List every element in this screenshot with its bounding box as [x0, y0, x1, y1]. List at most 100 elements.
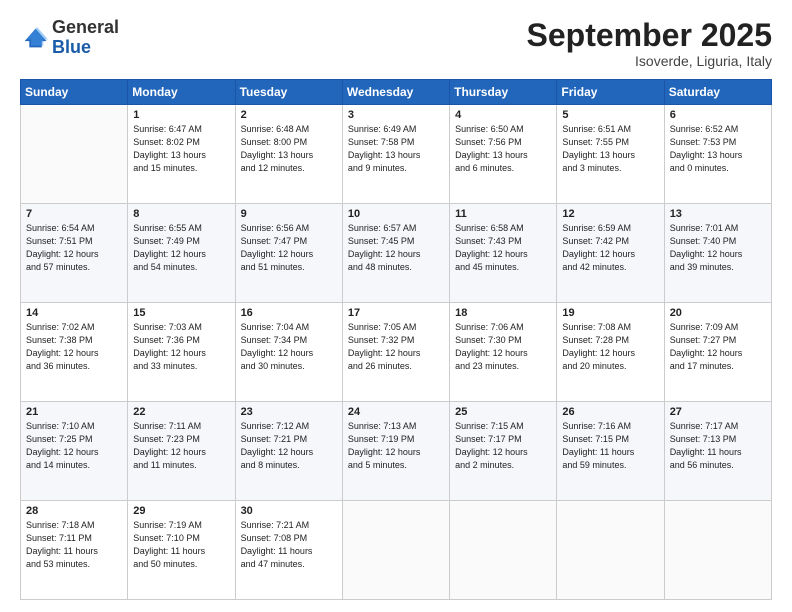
- day-info: Sunrise: 7:19 AM Sunset: 7:10 PM Dayligh…: [133, 519, 229, 571]
- day-cell: 23 Sunrise: 7:12 AM Sunset: 7:21 PM Dayli…: [235, 402, 342, 501]
- day-info: Sunrise: 7:17 AM Sunset: 7:13 PM Dayligh…: [670, 420, 766, 472]
- week-row-4: 21Sunrise: 7:10 AM Sunset: 7:25 PM Dayli…: [21, 402, 772, 501]
- day-cell: 9Sunrise: 6:56 AM Sunset: 7:47 PM Daylig…: [235, 204, 342, 303]
- location: Isoverde, Liguria, Italy: [527, 53, 772, 69]
- day-number: 28: [26, 505, 122, 517]
- day-cell: 16 Sunrise: 7:04 AM Sunset: 7:34 PM Dayli…: [235, 303, 342, 402]
- day-number: 8: [133, 208, 229, 220]
- day-cell: 26 Sunrise: 7:16 AM Sunset: 7:15 PM Dayli…: [557, 402, 664, 501]
- col-header-friday: Friday: [557, 80, 664, 105]
- day-cell: 21Sunrise: 7:10 AM Sunset: 7:25 PM Dayli…: [21, 402, 128, 501]
- day-cell: 12 Sunrise: 6:59 AM Sunset: 7:42 PM Dayli…: [557, 204, 664, 303]
- day-number: 13: [670, 208, 766, 220]
- day-info: Sunrise: 6:48 AM Sunset: 8:00 PM Dayligh…: [241, 123, 337, 175]
- day-number: 4: [455, 109, 551, 121]
- day-cell: 15 Sunrise: 7:03 AM Sunset: 7:36 PM Dayli…: [128, 303, 235, 402]
- day-cell: 7 Sunrise: 6:54 AM Sunset: 7:51 PM Daylig…: [21, 204, 128, 303]
- day-info: Sunrise: 7:11 AM Sunset: 7:23 PM Dayligh…: [133, 420, 229, 472]
- day-info: Sunrise: 7:13 AM Sunset: 7:19 PM Dayligh…: [348, 420, 444, 472]
- logo-general: General: [52, 17, 119, 37]
- day-number: 2: [241, 109, 337, 121]
- day-cell: 29Sunrise: 7:19 AM Sunset: 7:10 PM Dayli…: [128, 501, 235, 600]
- day-info: Sunrise: 7:09 AM Sunset: 7:27 PM Dayligh…: [670, 321, 766, 373]
- day-number: 6: [670, 109, 766, 121]
- header: General Blue September 2025 Isoverde, Li…: [20, 18, 772, 69]
- col-header-wednesday: Wednesday: [342, 80, 449, 105]
- day-cell: 27Sunrise: 7:17 AM Sunset: 7:13 PM Dayli…: [664, 402, 771, 501]
- day-info: Sunrise: 7:02 AM Sunset: 7:38 PM Dayligh…: [26, 321, 122, 373]
- day-cell: [557, 501, 664, 600]
- month-title: September 2025: [527, 18, 772, 53]
- day-cell: [450, 501, 557, 600]
- day-info: Sunrise: 6:55 AM Sunset: 7:49 PM Dayligh…: [133, 222, 229, 274]
- day-info: Sunrise: 6:57 AM Sunset: 7:45 PM Dayligh…: [348, 222, 444, 274]
- day-info: Sunrise: 6:49 AM Sunset: 7:58 PM Dayligh…: [348, 123, 444, 175]
- day-cell: 22 Sunrise: 7:11 AM Sunset: 7:23 PM Dayli…: [128, 402, 235, 501]
- day-cell: 1 Sunrise: 6:47 AM Sunset: 8:02 PM Daylig…: [128, 105, 235, 204]
- day-cell: 18Sunrise: 7:06 AM Sunset: 7:30 PM Dayli…: [450, 303, 557, 402]
- day-info: Sunrise: 6:50 AM Sunset: 7:56 PM Dayligh…: [455, 123, 551, 175]
- week-row-2: 7 Sunrise: 6:54 AM Sunset: 7:51 PM Daylig…: [21, 204, 772, 303]
- day-number: 19: [562, 307, 658, 319]
- day-info: Sunrise: 7:04 AM Sunset: 7:34 PM Dayligh…: [241, 321, 337, 373]
- day-number: 1: [133, 109, 229, 121]
- day-info: Sunrise: 7:05 AM Sunset: 7:32 PM Dayligh…: [348, 321, 444, 373]
- day-cell: 13 Sunrise: 7:01 AM Sunset: 7:40 PM Dayli…: [664, 204, 771, 303]
- day-cell: 17 Sunrise: 7:05 AM Sunset: 7:32 PM Dayli…: [342, 303, 449, 402]
- day-info: Sunrise: 7:21 AM Sunset: 7:08 PM Dayligh…: [241, 519, 337, 571]
- day-cell: 3Sunrise: 6:49 AM Sunset: 7:58 PM Daylig…: [342, 105, 449, 204]
- col-header-monday: Monday: [128, 80, 235, 105]
- day-cell: 24Sunrise: 7:13 AM Sunset: 7:19 PM Dayli…: [342, 402, 449, 501]
- day-number: 11: [455, 208, 551, 220]
- col-header-thursday: Thursday: [450, 80, 557, 105]
- logo-blue: Blue: [52, 37, 91, 57]
- logo: General Blue: [20, 18, 119, 58]
- day-info: Sunrise: 7:12 AM Sunset: 7:21 PM Dayligh…: [241, 420, 337, 472]
- col-header-sunday: Sunday: [21, 80, 128, 105]
- day-number: 7: [26, 208, 122, 220]
- day-number: 26: [562, 406, 658, 418]
- day-number: 22: [133, 406, 229, 418]
- calendar-table: SundayMondayTuesdayWednesdayThursdayFrid…: [20, 79, 772, 600]
- logo-text: General Blue: [52, 18, 119, 58]
- day-info: Sunrise: 6:47 AM Sunset: 8:02 PM Dayligh…: [133, 123, 229, 175]
- day-number: 9: [241, 208, 337, 220]
- day-number: 25: [455, 406, 551, 418]
- week-row-5: 28 Sunrise: 7:18 AM Sunset: 7:11 PM Dayli…: [21, 501, 772, 600]
- day-info: Sunrise: 6:52 AM Sunset: 7:53 PM Dayligh…: [670, 123, 766, 175]
- day-cell: [342, 501, 449, 600]
- day-info: Sunrise: 7:03 AM Sunset: 7:36 PM Dayligh…: [133, 321, 229, 373]
- day-number: 15: [133, 307, 229, 319]
- day-cell: 6 Sunrise: 6:52 AM Sunset: 7:53 PM Daylig…: [664, 105, 771, 204]
- day-info: Sunrise: 6:51 AM Sunset: 7:55 PM Dayligh…: [562, 123, 658, 175]
- day-cell: 5 Sunrise: 6:51 AM Sunset: 7:55 PM Daylig…: [557, 105, 664, 204]
- week-row-3: 14 Sunrise: 7:02 AM Sunset: 7:38 PM Dayli…: [21, 303, 772, 402]
- day-info: Sunrise: 7:16 AM Sunset: 7:15 PM Dayligh…: [562, 420, 658, 472]
- day-info: Sunrise: 6:59 AM Sunset: 7:42 PM Dayligh…: [562, 222, 658, 274]
- day-cell: 19Sunrise: 7:08 AM Sunset: 7:28 PM Dayli…: [557, 303, 664, 402]
- day-cell: 2 Sunrise: 6:48 AM Sunset: 8:00 PM Daylig…: [235, 105, 342, 204]
- day-number: 12: [562, 208, 658, 220]
- day-cell: 10 Sunrise: 6:57 AM Sunset: 7:45 PM Dayli…: [342, 204, 449, 303]
- day-info: Sunrise: 7:01 AM Sunset: 7:40 PM Dayligh…: [670, 222, 766, 274]
- day-cell: 25Sunrise: 7:15 AM Sunset: 7:17 PM Dayli…: [450, 402, 557, 501]
- day-info: Sunrise: 6:54 AM Sunset: 7:51 PM Dayligh…: [26, 222, 122, 274]
- day-cell: 4 Sunrise: 6:50 AM Sunset: 7:56 PM Daylig…: [450, 105, 557, 204]
- day-info: Sunrise: 7:18 AM Sunset: 7:11 PM Dayligh…: [26, 519, 122, 571]
- title-block: September 2025 Isoverde, Liguria, Italy: [527, 18, 772, 69]
- day-number: 14: [26, 307, 122, 319]
- day-number: 23: [241, 406, 337, 418]
- page: General Blue September 2025 Isoverde, Li…: [0, 0, 792, 612]
- day-cell: 28 Sunrise: 7:18 AM Sunset: 7:11 PM Dayli…: [21, 501, 128, 600]
- logo-icon: [20, 24, 48, 52]
- day-number: 16: [241, 307, 337, 319]
- day-number: 10: [348, 208, 444, 220]
- day-cell: 14 Sunrise: 7:02 AM Sunset: 7:38 PM Dayli…: [21, 303, 128, 402]
- day-info: Sunrise: 6:58 AM Sunset: 7:43 PM Dayligh…: [455, 222, 551, 274]
- day-cell: 11 Sunrise: 6:58 AM Sunset: 7:43 PM Dayli…: [450, 204, 557, 303]
- week-row-1: 1 Sunrise: 6:47 AM Sunset: 8:02 PM Daylig…: [21, 105, 772, 204]
- day-number: 5: [562, 109, 658, 121]
- day-cell: [664, 501, 771, 600]
- day-number: 17: [348, 307, 444, 319]
- day-info: Sunrise: 7:10 AM Sunset: 7:25 PM Dayligh…: [26, 420, 122, 472]
